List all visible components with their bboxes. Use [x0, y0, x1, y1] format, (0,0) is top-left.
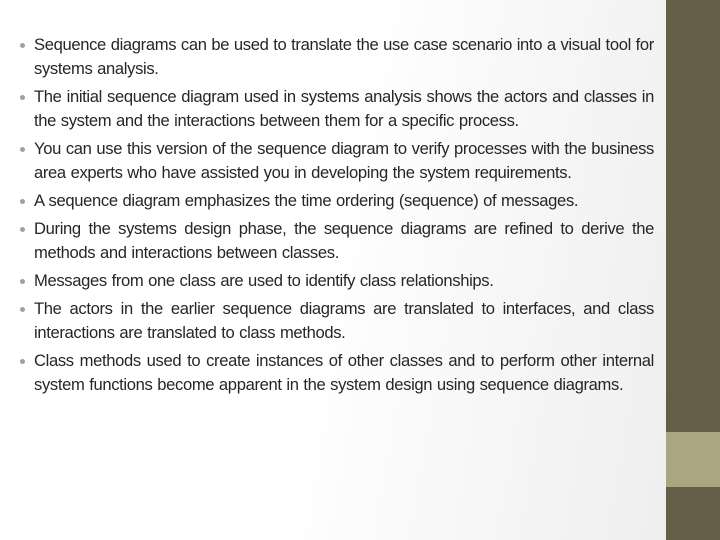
- bullet-icon: [20, 147, 25, 152]
- sidebar-accent-band: [666, 432, 720, 487]
- bullet-icon: [20, 43, 25, 48]
- bullet-item: Class methods used to create instances o…: [20, 349, 654, 397]
- bullet-text: The actors in the earlier sequence diagr…: [34, 298, 654, 342]
- bullet-icon: [20, 358, 25, 364]
- bullet-icon: [20, 226, 25, 232]
- bullet-item: Sequence diagrams can be used to transla…: [20, 33, 654, 81]
- bullet-item: The actors in the earlier sequence diagr…: [20, 297, 654, 345]
- bullet-item: Messages from one class are used to iden…: [20, 269, 654, 293]
- bullet-text: Sequence diagrams can be used to transla…: [34, 35, 654, 79]
- bullet-icon: [20, 306, 25, 312]
- bullet-text: A sequence diagram emphasizes the time o…: [34, 191, 579, 210]
- bullet-icon: [20, 95, 25, 100]
- bullet-list: Sequence diagrams can be used to transla…: [20, 33, 654, 401]
- bullet-item: A sequence diagram emphasizes the time o…: [20, 189, 654, 213]
- bullet-item: The initial sequence diagram used in sys…: [20, 85, 654, 133]
- bullet-icon: [20, 278, 25, 284]
- bullet-text: You can use this version of the sequence…: [34, 139, 654, 183]
- bullet-item: During the systems design phase, the seq…: [20, 217, 654, 265]
- slide: Sequence diagrams can be used to transla…: [0, 0, 720, 540]
- bullet-text: The initial sequence diagram used in sys…: [34, 87, 654, 131]
- bullet-item: You can use this version of the sequence…: [20, 137, 654, 185]
- bullet-text: During the systems design phase, the seq…: [34, 218, 654, 262]
- bullet-icon: [20, 199, 25, 204]
- bullet-text: Class methods used to create instances o…: [34, 350, 654, 394]
- bullet-text: Messages from one class are used to iden…: [34, 270, 494, 290]
- decorative-sidebar: [666, 0, 720, 540]
